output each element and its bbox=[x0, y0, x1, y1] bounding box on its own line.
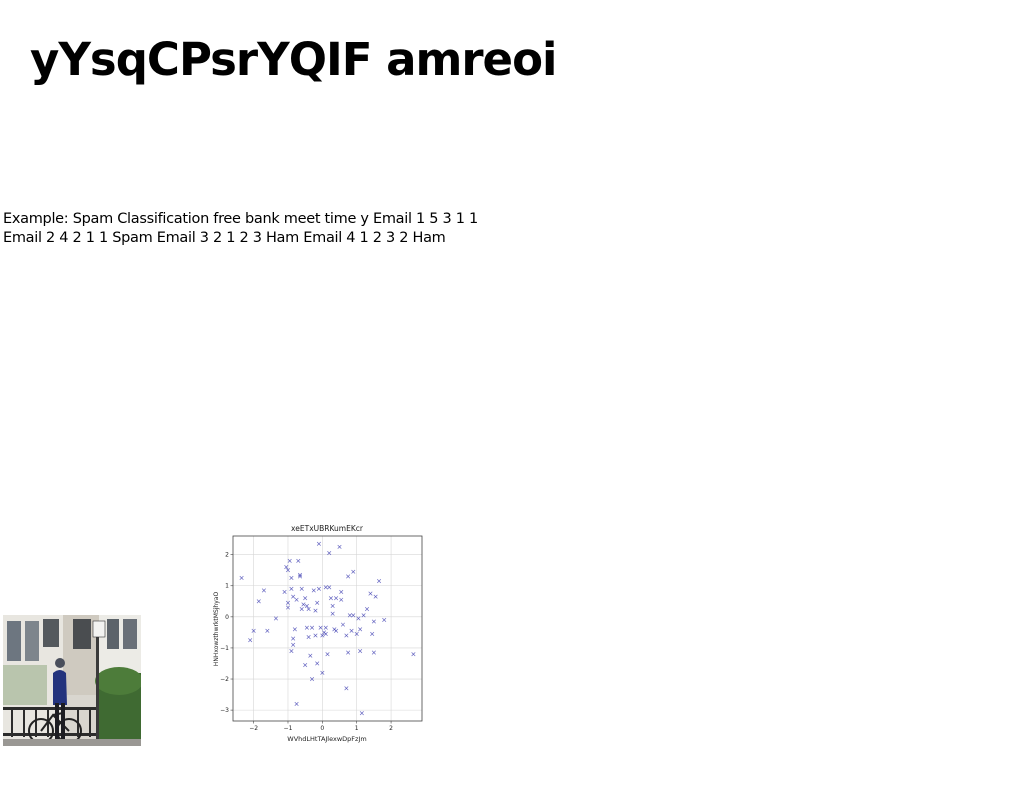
data-point bbox=[346, 650, 351, 655]
x-tick-label: 0 bbox=[320, 725, 324, 732]
data-point bbox=[323, 625, 328, 630]
y-tick-label: 1 bbox=[225, 583, 229, 590]
data-point bbox=[313, 633, 318, 638]
data-point bbox=[291, 594, 296, 599]
data-point bbox=[339, 597, 344, 602]
data-point bbox=[376, 579, 382, 584]
data-point bbox=[303, 662, 308, 668]
data-point bbox=[291, 642, 296, 647]
data-point bbox=[411, 652, 416, 657]
data-point bbox=[359, 711, 364, 716]
data-point bbox=[346, 574, 351, 579]
data-point bbox=[294, 597, 299, 602]
data-point bbox=[358, 627, 363, 632]
data-point bbox=[344, 686, 349, 691]
data-point bbox=[296, 558, 301, 563]
y-tick-label: −3 bbox=[220, 707, 229, 714]
y-tick-label: −1 bbox=[220, 645, 229, 652]
data-point bbox=[313, 608, 318, 613]
data-point bbox=[371, 650, 376, 655]
data-point bbox=[306, 635, 311, 640]
street-photo bbox=[3, 615, 141, 746]
y-tick-label: 0 bbox=[225, 614, 229, 621]
data-point bbox=[382, 617, 387, 622]
data-point bbox=[282, 589, 287, 595]
x-tick-label: −2 bbox=[249, 725, 258, 732]
data-point bbox=[334, 596, 339, 601]
x-axis-label: WVhdLHtTAJlexwDpFzJm bbox=[287, 735, 366, 743]
data-point bbox=[330, 611, 335, 616]
data-point bbox=[291, 636, 296, 641]
y-tick-label: −2 bbox=[220, 676, 229, 683]
data-point bbox=[339, 589, 344, 595]
data-point bbox=[299, 586, 304, 591]
x-tick-label: 2 bbox=[389, 725, 393, 732]
data-point bbox=[325, 652, 330, 657]
data-point bbox=[328, 596, 333, 601]
data-point bbox=[261, 588, 266, 593]
chart-title: xeETxUBRKumEKcr bbox=[291, 524, 364, 533]
data-point bbox=[315, 661, 320, 666]
data-point bbox=[330, 603, 335, 609]
data-point bbox=[303, 596, 308, 601]
x-tick-label: −1 bbox=[284, 725, 293, 732]
data-point bbox=[265, 628, 270, 633]
data-point bbox=[351, 569, 356, 574]
data-point bbox=[364, 607, 370, 612]
data-point bbox=[316, 586, 321, 591]
data-point bbox=[311, 588, 316, 593]
x-tick-label: 1 bbox=[355, 725, 359, 732]
data-point bbox=[373, 594, 378, 599]
data-point bbox=[315, 600, 320, 605]
data-point bbox=[309, 625, 315, 630]
data-point bbox=[370, 631, 375, 636]
data-point bbox=[294, 701, 299, 706]
data-point bbox=[344, 633, 349, 638]
data-point bbox=[368, 591, 373, 596]
data-point bbox=[299, 607, 304, 612]
y-axis-label: HNHxowzthwrktMSjhyaO bbox=[213, 592, 220, 667]
chart-gridlines bbox=[233, 536, 422, 721]
page-title: yYsqCPsrYQIF amreoi bbox=[30, 33, 557, 86]
y-tick-label: 2 bbox=[225, 552, 229, 559]
data-point bbox=[318, 625, 323, 630]
data-point bbox=[239, 575, 244, 581]
data-point bbox=[304, 625, 309, 630]
data-point bbox=[248, 638, 253, 643]
data-point bbox=[289, 586, 294, 591]
data-point bbox=[316, 541, 321, 546]
data-point bbox=[358, 648, 363, 654]
data-point bbox=[301, 602, 306, 607]
data-point bbox=[292, 627, 297, 632]
chart-ticks: −2 −1 0 1 2 2 1 0 −1 −2 −3 bbox=[220, 552, 393, 732]
data-point bbox=[256, 599, 261, 604]
data-point bbox=[349, 628, 354, 633]
data-point bbox=[337, 544, 342, 549]
data-point bbox=[340, 622, 346, 627]
plot-frame bbox=[232, 535, 423, 722]
data-point bbox=[323, 631, 328, 636]
scatter-chart: xeETxUBRKumEKcr −2 −1 0 1 2 2 1 0 −1 −2 −3 WVhdLHt… bbox=[213, 524, 423, 743]
data-point bbox=[308, 653, 313, 658]
spam-classification-text: Example: Spam Classification free bank m… bbox=[3, 211, 478, 246]
chart-points bbox=[239, 541, 416, 716]
data-point bbox=[371, 619, 376, 624]
data-point bbox=[289, 575, 294, 581]
data-point bbox=[287, 558, 292, 563]
data-point bbox=[334, 628, 339, 633]
data-point bbox=[289, 648, 294, 654]
